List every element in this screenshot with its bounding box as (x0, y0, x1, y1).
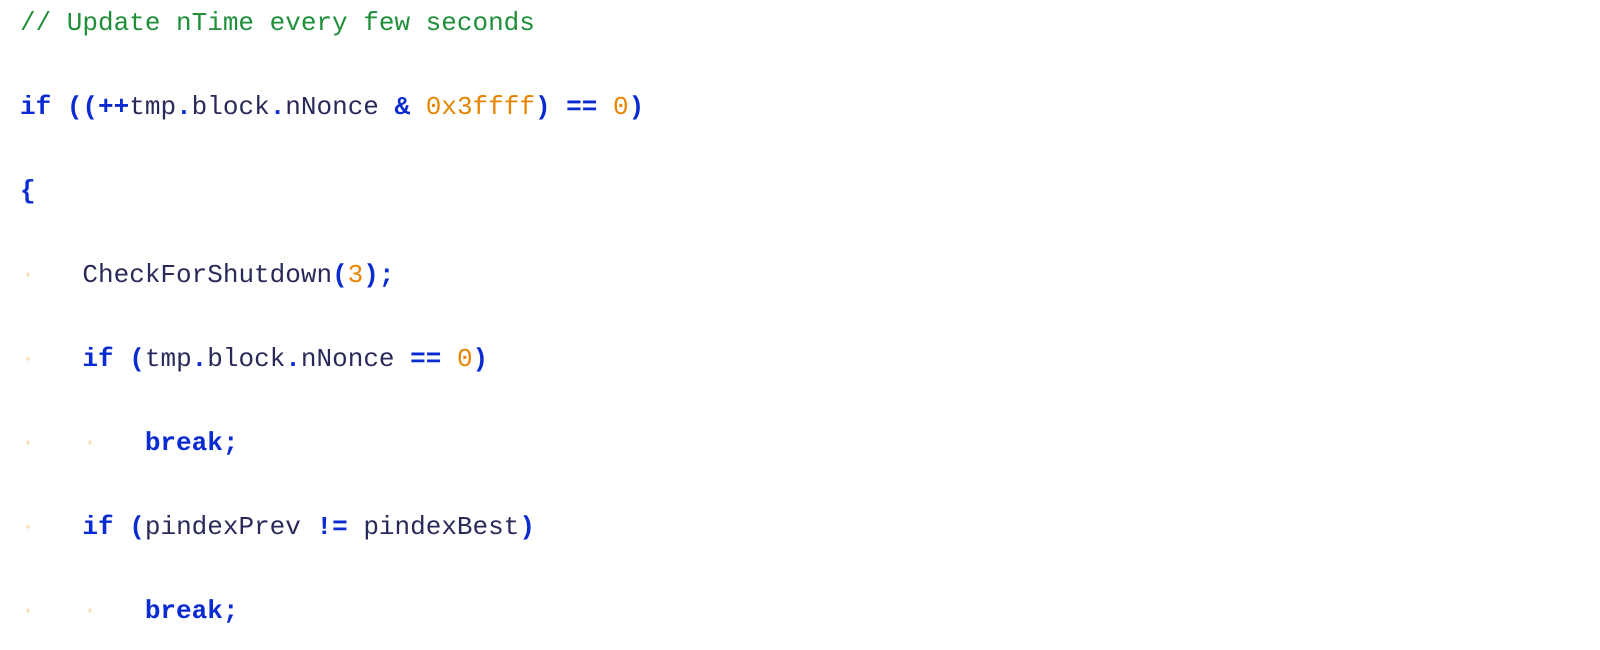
hex-literal: 0x3ffff (426, 92, 535, 122)
brace-open: { (20, 176, 36, 206)
code-block: // Update nTime every few seconds if ((+… (0, 0, 1600, 650)
keyword-if: if (20, 92, 51, 122)
code-line: · if (tmp.block.nNonce == 0) (20, 338, 1600, 380)
comment: // Update nTime every few seconds (20, 8, 535, 38)
code-line: if ((++tmp.block.nNonce & 0x3ffff) == 0) (20, 86, 1600, 128)
code-line: · if (pindexPrev != pindexBest) (20, 506, 1600, 548)
code-line: · · break; (20, 590, 1600, 632)
keyword-break: break (145, 428, 223, 458)
code-line: · · break; (20, 422, 1600, 464)
code-line: // Update nTime every few seconds (20, 2, 1600, 44)
code-line: { (20, 170, 1600, 212)
code-line: · CheckForShutdown(3); (20, 254, 1600, 296)
